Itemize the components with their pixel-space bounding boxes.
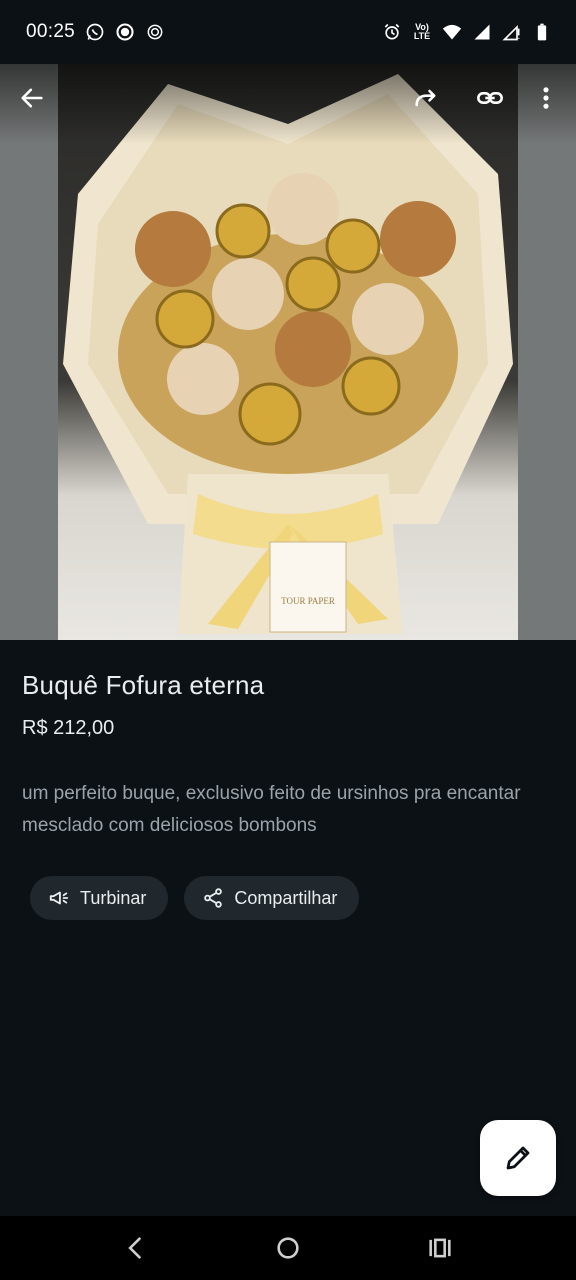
signal-icon <box>472 22 492 42</box>
boost-label: Turbinar <box>80 887 147 908</box>
edit-button[interactable] <box>480 1120 556 1196</box>
volte-icon: Vo) LTE <box>412 22 432 42</box>
nav-recents-icon <box>429 1238 451 1258</box>
product-photo: TOUR PAPER <box>58 64 518 640</box>
image-side-left <box>0 64 58 640</box>
battery-icon <box>532 22 552 42</box>
status-icons: Vo) LTE <box>382 22 552 42</box>
status-time: 00:25 <box>26 21 76 42</box>
share-icon <box>204 888 223 908</box>
back-button[interactable] <box>12 78 52 118</box>
image-side-right <box>518 64 576 640</box>
status-bar: 00:25 Vo) LTE <box>0 0 576 64</box>
wifi-icon <box>442 22 462 42</box>
link-icon <box>477 92 503 104</box>
more-options-button[interactable] <box>526 78 566 118</box>
status-left: 00:25 <box>26 21 165 43</box>
product-description: um perfeito buque, exclusivo feito de ur… <box>22 783 521 836</box>
copy-link-button[interactable] <box>470 78 510 118</box>
chatgpt-icon <box>145 22 165 42</box>
photo-tag-text: TOUR PAPER <box>281 596 335 606</box>
forward-button[interactable] <box>406 78 446 118</box>
megaphone-icon <box>49 891 69 905</box>
record-icon <box>115 22 135 42</box>
share-button[interactable]: Compartilhar <box>184 876 360 920</box>
action-chips: Turbinar Compartilhar <box>22 876 554 920</box>
whatsapp-icon <box>85 22 105 42</box>
product-image-area[interactable]: TOUR PAPER <box>0 64 576 640</box>
forward-icon <box>415 89 436 107</box>
nav-home-button[interactable] <box>264 1224 312 1272</box>
bouquet-illustration: TOUR PAPER <box>63 74 513 634</box>
product-details: Buquê Fofura eterna R$ 212,00 um perfeit… <box>0 640 576 920</box>
signal-nodata-icon <box>502 22 522 42</box>
product-title: Buquê Fofura eterna <box>22 670 265 700</box>
product-price: R$ 212,00 <box>22 717 115 739</box>
boost-button[interactable]: Turbinar <box>30 876 169 920</box>
more-vert-icon <box>543 87 549 109</box>
pencil-icon <box>506 1146 530 1170</box>
share-label: Compartilhar <box>234 887 338 908</box>
back-arrow-icon <box>21 88 43 108</box>
nav-recents-button[interactable] <box>416 1224 464 1272</box>
alarm-icon <box>382 22 402 42</box>
image-toolbar <box>0 64 576 136</box>
nav-back-icon <box>128 1237 141 1259</box>
lte-label: LTE <box>413 31 431 41</box>
navigation-bar <box>0 1216 576 1280</box>
nav-back-button[interactable] <box>112 1224 160 1272</box>
nav-home-icon <box>277 1237 299 1259</box>
